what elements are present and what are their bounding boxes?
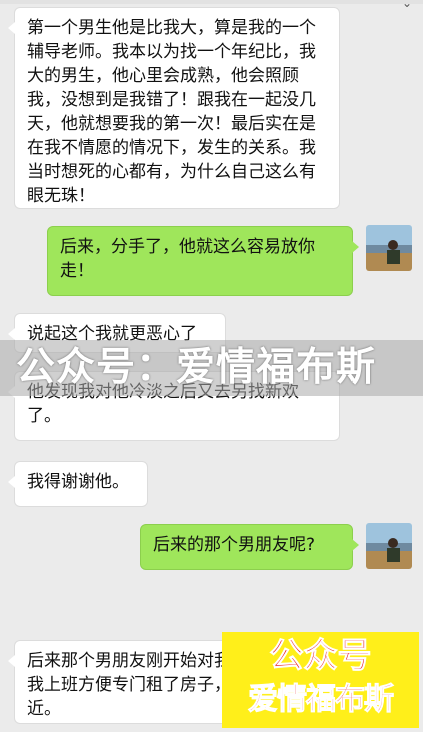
watermark-banner: 公众号：爱情福布斯: [0, 340, 423, 396]
user-avatar[interactable]: [366, 523, 412, 569]
promo-line2: 爱情福布斯: [248, 682, 395, 718]
message-bubble-outgoing[interactable]: 后来，分手了，他就这么容易放你走！: [47, 226, 359, 296]
user-avatar[interactable]: [366, 225, 412, 271]
watermark-text: 公众号：爱情福布斯: [16, 345, 377, 390]
top-edge: [0, 0, 423, 4]
avatar-image: [366, 523, 412, 569]
avatar-image: [366, 225, 412, 271]
promo-banner: 公众号 爱情福布斯: [222, 632, 419, 728]
message-bubble-outgoing[interactable]: 后来的那个男朋友呢?: [140, 524, 359, 570]
promo-line1: 公众号: [269, 636, 372, 677]
status-glyph: ⌄: [402, 0, 413, 10]
message-bubble-incoming[interactable]: 我得谢谢他。: [8, 461, 148, 507]
message-bubble-incoming[interactable]: 第一个男生他是比我大，算是我的一个辅导老师。我本以为找一个年纪比，我大的男生，他…: [8, 7, 340, 209]
